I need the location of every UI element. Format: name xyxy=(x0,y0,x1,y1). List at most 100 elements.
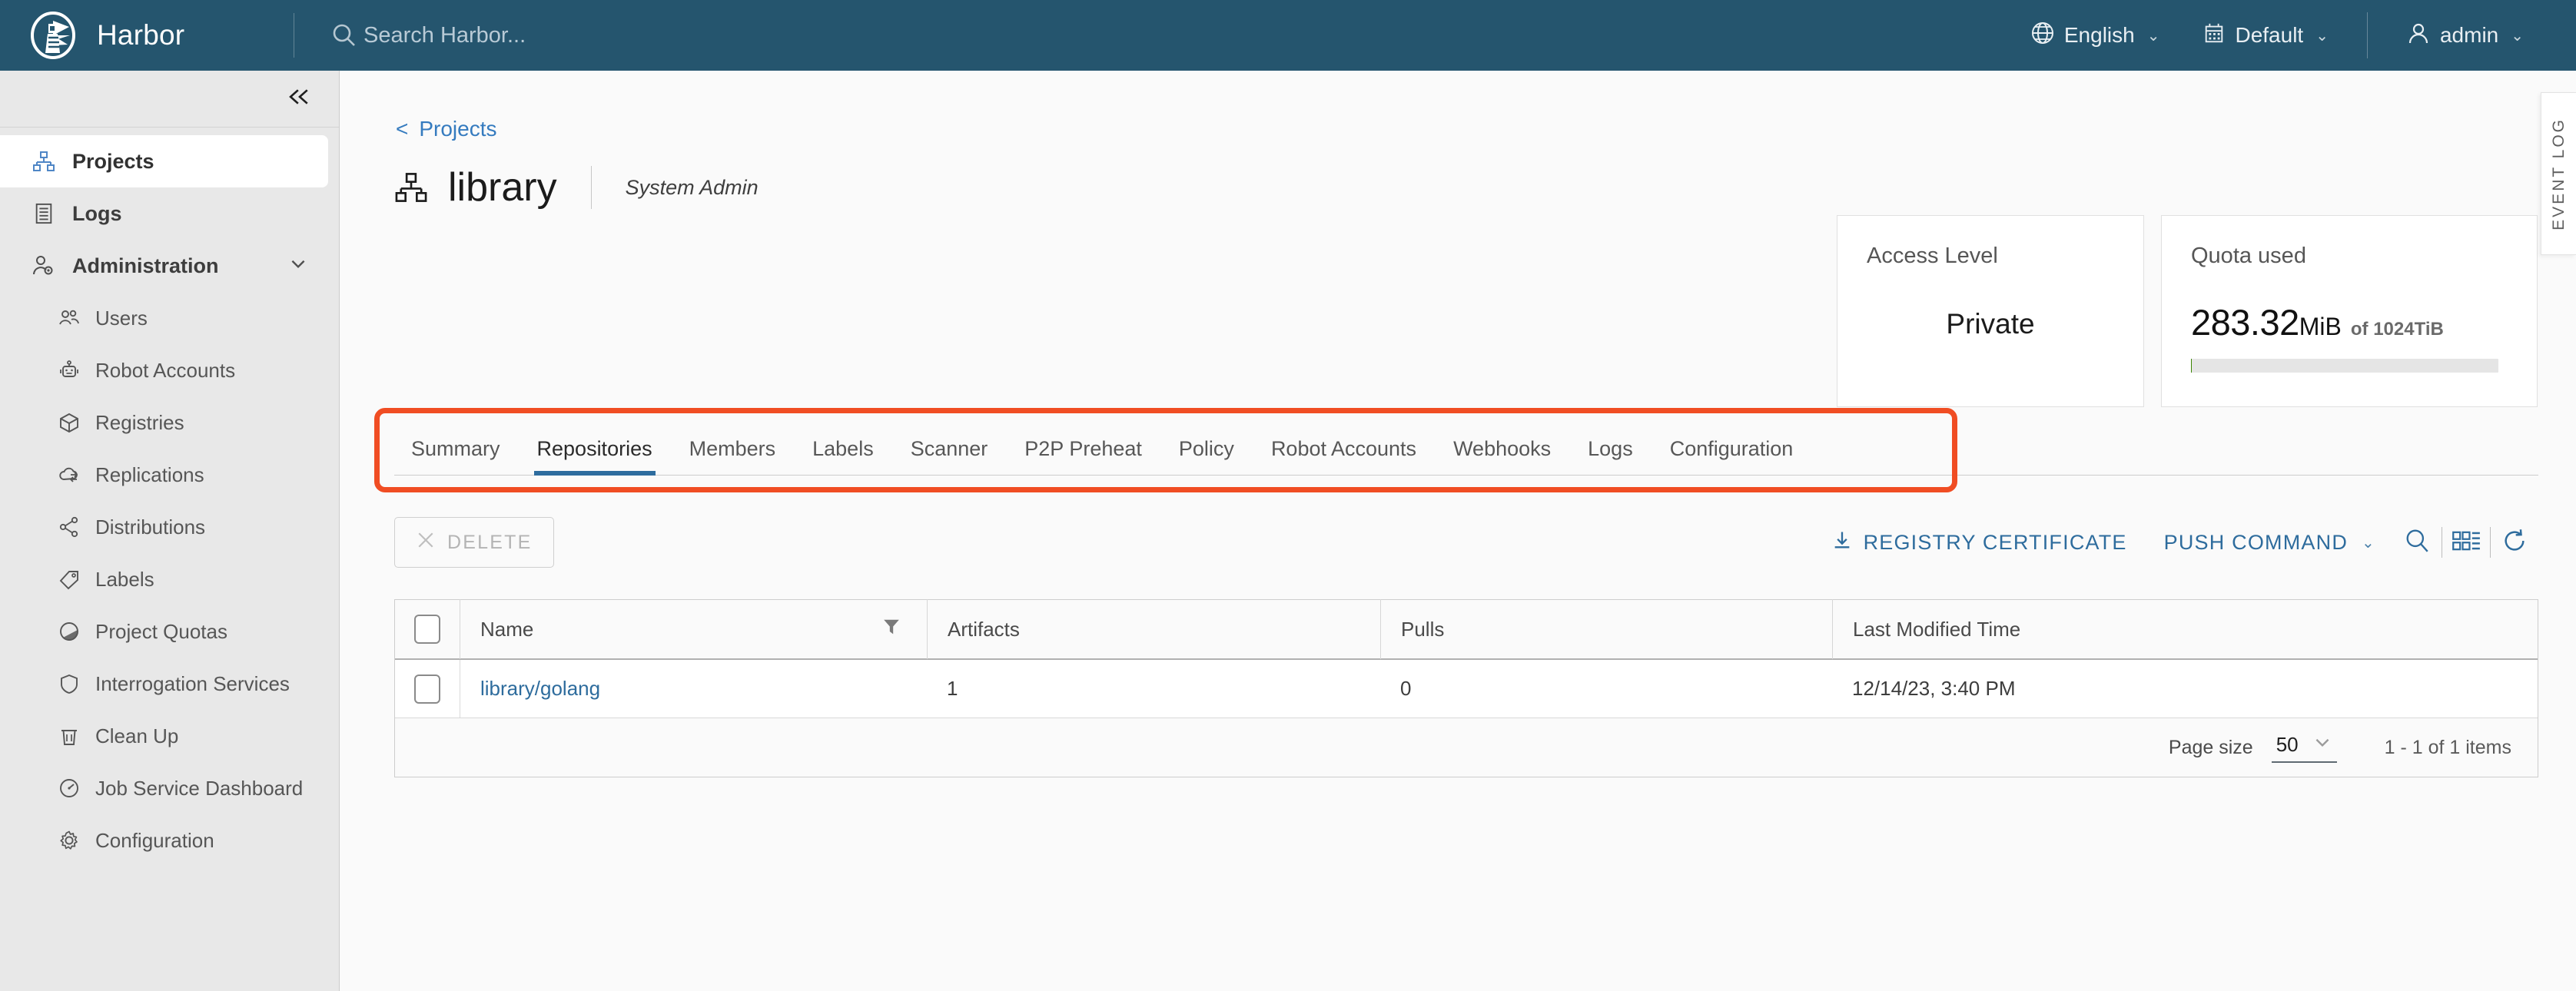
tab-members[interactable]: Members xyxy=(671,437,795,475)
calendar-icon xyxy=(2203,22,2226,50)
delete-button-label: DELETE xyxy=(447,532,532,554)
chevron-down-icon[interactable] xyxy=(288,254,308,279)
search-icon xyxy=(2405,528,2431,558)
repository-link[interactable]: library/golang xyxy=(480,677,600,701)
sidebar-item-job-service-dashboard[interactable]: Job Service Dashboard xyxy=(0,762,339,814)
sidebar-item-label: Logs xyxy=(72,202,122,226)
tab-configuration[interactable]: Configuration xyxy=(1651,437,1812,475)
sidebar-item-replications[interactable]: Replications xyxy=(0,449,339,501)
quota-pie-icon xyxy=(58,621,80,642)
toolbar-right-actions: REGISTRY CERTIFICATE PUSH COMMAND ⌄ xyxy=(1813,519,2538,566)
sidebar-item-administration[interactable]: Administration xyxy=(0,240,339,292)
harbor-lighthouse-logo-icon xyxy=(29,12,77,59)
sidebar-item-label: Distributions xyxy=(95,515,205,539)
cell-name: library/golang xyxy=(460,660,927,718)
projects-sitemap-icon xyxy=(32,150,55,173)
search-icon xyxy=(331,22,357,48)
label-tag-icon xyxy=(58,568,80,590)
quota-used-card: Quota used 283.32 MiB of 1024TiB xyxy=(2161,215,2538,407)
sidebar-item-registries[interactable]: Registries xyxy=(0,396,339,449)
sidebar-item-interrogation-services[interactable]: Interrogation Services xyxy=(0,658,339,710)
gauge-icon xyxy=(58,777,80,799)
globe-icon xyxy=(2030,21,2055,51)
sidebar-item-label: Robot Accounts xyxy=(95,359,235,383)
language-selector[interactable]: English ⌄ xyxy=(2009,0,2182,71)
column-header-label: Name xyxy=(480,618,533,641)
tab-summary[interactable]: Summary xyxy=(394,437,519,475)
chevron-down-icon: ⌄ xyxy=(2315,26,2329,45)
push-command-button[interactable]: PUSH COMMAND ⌄ xyxy=(2146,531,2394,555)
sidebar-item-configuration[interactable]: Configuration xyxy=(0,814,339,867)
sidebar-item-label: Projects xyxy=(72,150,154,174)
event-log-tab[interactable]: EVENT LOG xyxy=(2541,92,2576,255)
access-level-value: Private xyxy=(1867,269,2114,379)
sidebar-item-labels[interactable]: Labels xyxy=(0,553,339,605)
trash-icon xyxy=(58,725,80,747)
brand-area[interactable]: Harbor xyxy=(0,0,294,71)
sidebar-item-distributions[interactable]: Distributions xyxy=(0,501,339,553)
sidebar-item-logs[interactable]: Logs xyxy=(0,187,339,240)
breadcrumb-label: Projects xyxy=(419,117,496,141)
sidebar-item-robot-accounts[interactable]: Robot Accounts xyxy=(0,344,339,396)
table-row[interactable]: library/golang 1 0 12/14/23, 3:40 PM xyxy=(395,660,2538,718)
top-header: Harbor xyxy=(0,0,2576,71)
tab-scanner[interactable]: Scanner xyxy=(892,437,1007,475)
sidebar-item-users[interactable]: Users xyxy=(0,292,339,344)
tab-labels[interactable]: Labels xyxy=(794,437,892,475)
tab-webhooks[interactable]: Webhooks xyxy=(1435,437,1569,475)
sidebar-collapse-button[interactable] xyxy=(0,71,339,128)
project-role-label: System Admin xyxy=(626,176,759,200)
repositories-toolbar: DELETE REGISTRY CERTIFICATE PUSH COMMAND xyxy=(394,510,2538,575)
refresh-button[interactable] xyxy=(2491,519,2538,566)
tab-p2p-preheat[interactable]: P2P Preheat xyxy=(1006,437,1160,475)
search-input[interactable] xyxy=(363,23,717,48)
row-checkbox[interactable] xyxy=(414,674,440,704)
user-menu[interactable]: admin ⌄ xyxy=(2385,0,2545,71)
table-footer: Page size 50 1 - 1 of 1 items xyxy=(395,718,2538,777)
search-icon-button[interactable] xyxy=(2394,519,2442,566)
column-header-pulls[interactable]: Pulls xyxy=(1380,599,1832,659)
users-icon xyxy=(58,307,80,329)
tab-robot-accounts[interactable]: Robot Accounts xyxy=(1253,437,1435,475)
logs-list-icon xyxy=(32,202,55,225)
card-list-view-icon xyxy=(2452,529,2481,556)
page-size-label: Page size xyxy=(2169,737,2253,759)
column-header-name[interactable]: Name xyxy=(460,599,927,659)
column-header-last-modified-time[interactable]: Last Modified Time xyxy=(1832,599,2538,659)
sidebar-item-clean-up[interactable]: Clean Up xyxy=(0,710,339,762)
main-content: < Projects library System Admin xyxy=(340,71,2576,991)
page-size-select[interactable]: 50 xyxy=(2272,732,2337,763)
sidebar-item-label: Clean Up xyxy=(95,724,178,748)
filter-icon[interactable] xyxy=(882,618,901,641)
breadcrumb[interactable]: < Projects xyxy=(396,117,497,141)
select-all-checkbox[interactable] xyxy=(414,615,440,644)
header-right-actions: English ⌄ Default xyxy=(2009,0,2576,71)
column-header-artifacts[interactable]: Artifacts xyxy=(927,599,1380,659)
delete-button[interactable]: DELETE xyxy=(394,517,554,568)
sidebar-nav: Projects Logs xyxy=(0,128,339,867)
theme-selector[interactable]: Default ⌄ xyxy=(2181,0,2349,71)
cell-last-modified: 12/14/23, 3:40 PM xyxy=(1832,660,2538,718)
chevron-down-icon: ⌄ xyxy=(2511,26,2524,45)
tab-repositories[interactable]: Repositories xyxy=(519,437,671,475)
cell-artifacts: 1 xyxy=(927,660,1380,718)
gear-icon xyxy=(58,830,80,851)
tab-logs[interactable]: Logs xyxy=(1569,437,1651,475)
column-header-label: Artifacts xyxy=(948,618,1020,641)
row-checkbox-cell xyxy=(395,674,460,704)
sidebar-item-projects[interactable]: Projects xyxy=(0,135,328,187)
event-log-label: EVENT LOG xyxy=(2550,118,2568,230)
sidebar-item-project-quotas[interactable]: Project Quotas xyxy=(0,605,339,658)
select-all-checkbox-cell xyxy=(395,615,460,644)
project-tabs-area: Summary Repositories Members Labels Scan… xyxy=(394,426,2538,476)
harbor-app: Harbor xyxy=(0,0,2576,991)
registry-certificate-button[interactable]: REGISTRY CERTIFICATE xyxy=(1813,529,2146,556)
view-toggle-button[interactable] xyxy=(2442,519,2490,566)
sidebar: Projects Logs xyxy=(0,71,340,991)
shield-icon xyxy=(58,673,80,694)
tab-policy[interactable]: Policy xyxy=(1160,437,1253,475)
search-area[interactable] xyxy=(331,22,717,48)
repositories-table: Name Artifacts Pulls Last Modified Time xyxy=(394,599,2538,777)
sidebar-item-label: Configuration xyxy=(95,829,214,853)
items-count: 1 - 1 of 1 items xyxy=(2385,737,2511,759)
